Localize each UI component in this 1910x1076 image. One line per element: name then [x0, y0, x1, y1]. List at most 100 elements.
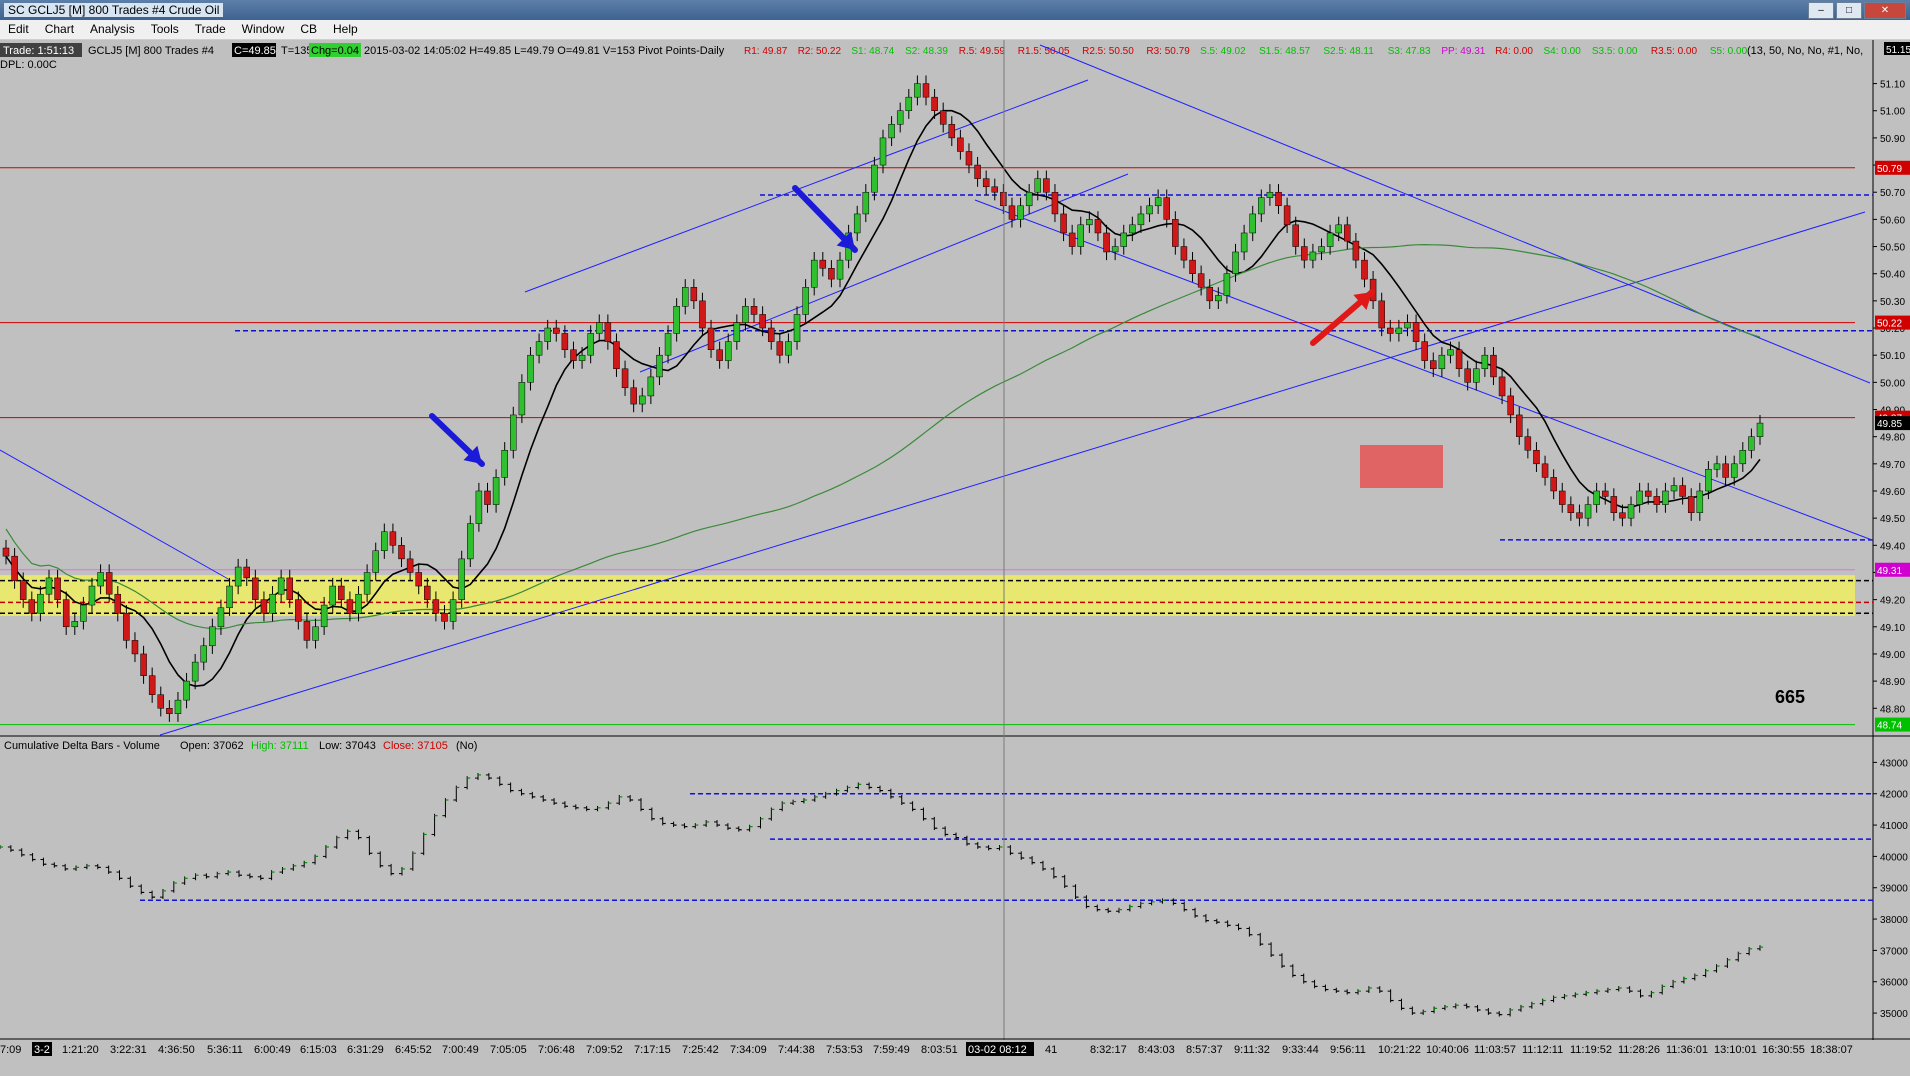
- menu-bar: Edit Chart Analysis Tools Trade Window C…: [0, 20, 1910, 40]
- maximize-button[interactable]: □: [1836, 2, 1862, 19]
- price-tick-label: 50.60: [1880, 215, 1905, 226]
- candle-up: [1481, 354, 1489, 370]
- candle-down: [982, 178, 990, 188]
- candle-down: [295, 599, 302, 622]
- candle-down: [1541, 463, 1549, 478]
- menu-help[interactable]: Help: [325, 20, 366, 39]
- menu-edit[interactable]: Edit: [0, 20, 37, 39]
- candle-down: [1051, 191, 1059, 215]
- candle-down: [1455, 349, 1463, 370]
- close-button[interactable]: ✕: [1864, 2, 1906, 19]
- candle-down: [1619, 512, 1626, 519]
- time-label: 18:38:07: [1810, 1044, 1853, 1056]
- menu-analysis[interactable]: Analysis: [82, 20, 143, 39]
- candle-down: [604, 322, 612, 342]
- candle-down: [1464, 368, 1471, 383]
- candle-down: [484, 490, 491, 505]
- price-marker-label: 48.74: [1877, 721, 1902, 732]
- menu-trade[interactable]: Trade: [187, 20, 234, 39]
- candle-down: [131, 640, 139, 655]
- indicator-extra: (No): [456, 740, 477, 752]
- candle-down: [19, 580, 27, 600]
- candle-up: [363, 572, 371, 595]
- pivot-label: S1.5: 48.57: [1259, 46, 1311, 57]
- close-value: C=49.85: [234, 45, 276, 57]
- candle-down: [1722, 463, 1729, 478]
- pivot-label: R.5: 49.59: [959, 46, 1006, 57]
- time-label: 7:34:09: [730, 1044, 767, 1056]
- time-label: 8:43:03: [1138, 1044, 1175, 1056]
- candle-down: [1172, 219, 1179, 247]
- price-tick-label: 49.10: [1880, 623, 1905, 634]
- candle-up: [492, 477, 500, 505]
- indicator-high: High: 37111: [251, 740, 309, 752]
- candle-up: [1636, 490, 1643, 505]
- menu-window[interactable]: Window: [234, 20, 293, 39]
- time-label: 9:56:11: [1330, 1044, 1366, 1056]
- candle-up: [97, 572, 104, 587]
- candle-down: [561, 333, 569, 351]
- time-label: 9:33:44: [1282, 1044, 1319, 1056]
- price-tick-label: 50.40: [1880, 270, 1905, 281]
- candle-down: [819, 259, 827, 269]
- menu-tools[interactable]: Tools: [143, 20, 187, 39]
- candle-up: [527, 354, 534, 383]
- candle-up: [1739, 449, 1747, 465]
- time-label: 11:19:52: [1570, 1044, 1612, 1056]
- candle-up: [191, 661, 199, 682]
- candle-up: [475, 490, 483, 524]
- price-tick-label: 50.70: [1880, 188, 1905, 199]
- candle-down: [759, 314, 766, 329]
- candle-down: [346, 599, 354, 614]
- candle-down: [948, 124, 956, 139]
- indicator-low: Low: 37043: [319, 740, 376, 752]
- pivot-label: S4: 0.00: [1544, 46, 1582, 57]
- candle-up: [802, 287, 809, 315]
- candle-down: [613, 341, 620, 370]
- candle-up: [724, 341, 732, 361]
- candle-down: [939, 110, 947, 125]
- pivot-label: R2.5: 50.50: [1082, 46, 1134, 57]
- indicator-tick-label: 40000: [1880, 852, 1908, 863]
- time-label: 6:45:52: [395, 1044, 432, 1056]
- time-label: 03-02 08:12: [968, 1044, 1027, 1056]
- menu-cb[interactable]: CB: [292, 20, 325, 39]
- candle-up: [1258, 197, 1265, 215]
- chart-area[interactable]: Trade: 1:51:13 GCLJ5 [M] 800 Trades #4 C…: [0, 40, 1910, 1076]
- candle-up: [596, 322, 603, 334]
- candle-up: [673, 306, 680, 334]
- candle-down: [148, 675, 156, 695]
- pivot-label: R1: 49.87: [744, 46, 788, 57]
- candle-down: [1687, 496, 1695, 513]
- candle-down: [828, 268, 835, 280]
- candle-up: [1404, 322, 1411, 329]
- time-label: 7:53:53: [826, 1044, 863, 1056]
- dpl-label: DPL: 0.00C: [0, 59, 57, 71]
- candle-down: [1043, 178, 1050, 193]
- price-marker-label: 49.85: [1877, 419, 1902, 430]
- time-label: 7:59:49: [873, 1044, 910, 1056]
- candle-up: [785, 341, 792, 356]
- indicator-tick-label: 37000: [1880, 946, 1908, 957]
- candle-up: [518, 382, 526, 416]
- candle-up: [1249, 213, 1256, 234]
- menu-chart[interactable]: Chart: [37, 20, 82, 39]
- pivot-label: R3: 50.79: [1146, 46, 1190, 57]
- time-label: 11:36:01: [1666, 1044, 1708, 1056]
- candle-up: [1034, 178, 1042, 193]
- candle-up: [312, 626, 319, 641]
- minimize-button[interactable]: –: [1808, 2, 1834, 19]
- candle-up: [664, 333, 672, 356]
- indicator-tick-label: 35000: [1880, 1009, 1908, 1020]
- time-label: 7:05:05: [490, 1044, 527, 1056]
- candle-down: [621, 368, 629, 389]
- candle-up: [355, 593, 362, 614]
- count-label: 665: [1775, 687, 1805, 707]
- indicator-header: Cumulative Delta Bars - Volume Open: 370…: [4, 740, 477, 752]
- candle-up: [1713, 463, 1721, 470]
- price-tick-label: 51.00: [1880, 107, 1905, 118]
- pivot-label: S3: 47.83: [1388, 46, 1431, 57]
- candle-down: [389, 531, 397, 546]
- time-label: 11:28:26: [1618, 1044, 1660, 1056]
- candle-up: [269, 593, 276, 614]
